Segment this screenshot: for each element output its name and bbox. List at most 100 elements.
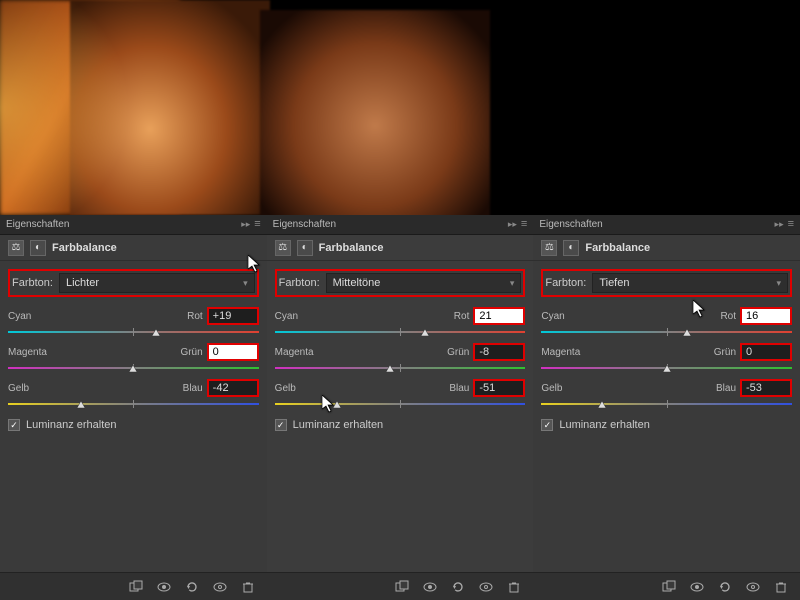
mask-icon[interactable]: ◐ [30,240,46,256]
preserve-luminosity-checkbox[interactable]: ✓ [275,419,287,431]
slider-value-input[interactable]: 16 [740,307,792,325]
eye-icon[interactable] [155,579,173,595]
clip-icon[interactable] [660,579,678,595]
properties-panels-row: Eigenschaften▸▸≡⚖◐FarbbalanceFarbton:Lic… [0,215,800,600]
slider-handle[interactable] [76,400,86,410]
slider-handle[interactable] [597,400,607,410]
reset-icon[interactable] [449,579,467,595]
slider-left-label: Cyan [8,311,31,322]
adjustment-header: ⚖ ◐ Farbbalance [267,235,534,261]
slider-track[interactable] [275,363,526,373]
tone-row: Farbton: Lichter▾ [8,269,259,297]
tone-select[interactable]: Lichter▾ [59,273,255,293]
slider-handle[interactable] [682,328,692,338]
slider-left-label: Magenta [8,347,47,358]
slider-right-label: Grün [447,347,469,358]
adjustment-name: Farbbalance [319,242,384,254]
scales-icon[interactable]: ⚖ [8,240,24,256]
slider-value-input[interactable]: -51 [473,379,525,397]
trash-icon[interactable] [505,579,523,595]
panel-menu-icon[interactable]: ≡ [521,219,527,230]
slider-right-label: Grün [714,347,736,358]
tone-select[interactable]: Mitteltöne▾ [326,273,522,293]
clip-icon[interactable] [127,579,145,595]
slider-track[interactable] [541,363,792,373]
trash-icon[interactable] [772,579,790,595]
reset-icon[interactable] [183,579,201,595]
slider-handle[interactable] [128,364,138,374]
collapse-icon[interactable]: ▸▸ [508,219,517,230]
slider-value-input[interactable]: 0 [740,343,792,361]
chevron-down-icon: ▾ [510,278,515,289]
preserve-luminosity-label: Luminanz erhalten [293,419,384,431]
preserve-luminosity-label: Luminanz erhalten [559,419,650,431]
slider-value-input[interactable]: +19 [207,307,259,325]
slider-right-label: Rot [720,311,736,322]
panel-body: Farbton:Mitteltöne▾CyanRot21MagentaGrün-… [267,261,534,572]
slider-right-label: Rot [187,311,203,322]
slider-track[interactable] [541,327,792,337]
panel-menu-icon[interactable]: ≡ [254,219,260,230]
properties-panel: Eigenschaften▸▸ ≡ ⚖ ◐ Farbbalance Farbton: Mit… [267,215,534,600]
slider-track[interactable] [8,327,259,337]
slider-value-input[interactable]: 0 [207,343,259,361]
slider-handle[interactable] [151,328,161,338]
eye-icon[interactable] [421,579,439,595]
preserve-luminosity-checkbox[interactable]: ✓ [541,419,553,431]
slider-right-label: Rot [454,311,470,322]
tone-select[interactable]: Tiefen▾ [592,273,788,293]
collapse-icon[interactable]: ▸▸ [241,219,250,230]
scales-icon[interactable]: ⚖ [541,240,557,256]
slider-handle[interactable] [420,328,430,338]
panel-footer [267,572,534,600]
slider-left-label: Cyan [541,311,564,322]
tone-label: Farbton: [279,277,320,289]
slider-handle[interactable] [332,400,342,410]
preserve-luminosity-row: ✓ Luminanz erhalten [541,419,792,431]
scales-icon[interactable]: ⚖ [275,240,291,256]
eye-icon[interactable] [688,579,706,595]
tone-value: Tiefen [599,277,629,289]
visibility-icon[interactable] [477,579,495,595]
slider-block: GelbBlau-53 [541,379,792,409]
tone-label: Farbton: [12,277,53,289]
panel-footer [533,572,800,600]
slider-value-input[interactable]: -8 [473,343,525,361]
slider-value-input[interactable]: 21 [473,307,525,325]
panel-footer [0,572,267,600]
slider-block: GelbBlau-42 [8,379,259,409]
panel-menu-icon[interactable]: ≡ [788,219,794,230]
collapse-icon[interactable]: ▸▸ [775,219,784,230]
slider-block: MagentaGrün-8 [275,343,526,373]
panel-title: Eigenschaften [273,219,508,230]
canvas-preview [0,0,800,215]
slider-value-input[interactable]: -42 [207,379,259,397]
panel-title: Eigenschaften [6,219,241,230]
slider-handle[interactable] [385,364,395,374]
slider-track[interactable] [541,399,792,409]
visibility-icon[interactable] [744,579,762,595]
mask-icon[interactable]: ◐ [297,240,313,256]
trash-icon[interactable] [239,579,257,595]
slider-left-label: Gelb [275,383,296,394]
panel-title: Eigenschaften [539,219,774,230]
slider-track[interactable] [8,399,259,409]
properties-panel: Eigenschaften▸▸≡⚖◐FarbbalanceFarbton:Tie… [533,215,800,600]
slider-left-label: Cyan [275,311,298,322]
adjustment-header: ⚖◐Farbbalance [0,235,267,261]
preserve-luminosity-checkbox[interactable]: ✓ [8,419,20,431]
adjustment-name: Farbbalance [585,242,650,254]
slider-track[interactable] [275,399,526,409]
slider-handle[interactable] [662,364,672,374]
mask-icon[interactable]: ◐ [563,240,579,256]
slider-track[interactable] [275,327,526,337]
slider-track[interactable] [8,363,259,373]
slider-value-input[interactable]: -53 [740,379,792,397]
slider-left-label: Magenta [541,347,580,358]
preserve-luminosity-row: ✓ Luminanz erhalten [275,419,526,431]
clip-icon[interactable] [393,579,411,595]
slider-right-label: Blau [716,383,736,394]
reset-icon[interactable] [716,579,734,595]
visibility-icon[interactable] [211,579,229,595]
slider-block: Magenta Grün 0 [541,343,792,373]
